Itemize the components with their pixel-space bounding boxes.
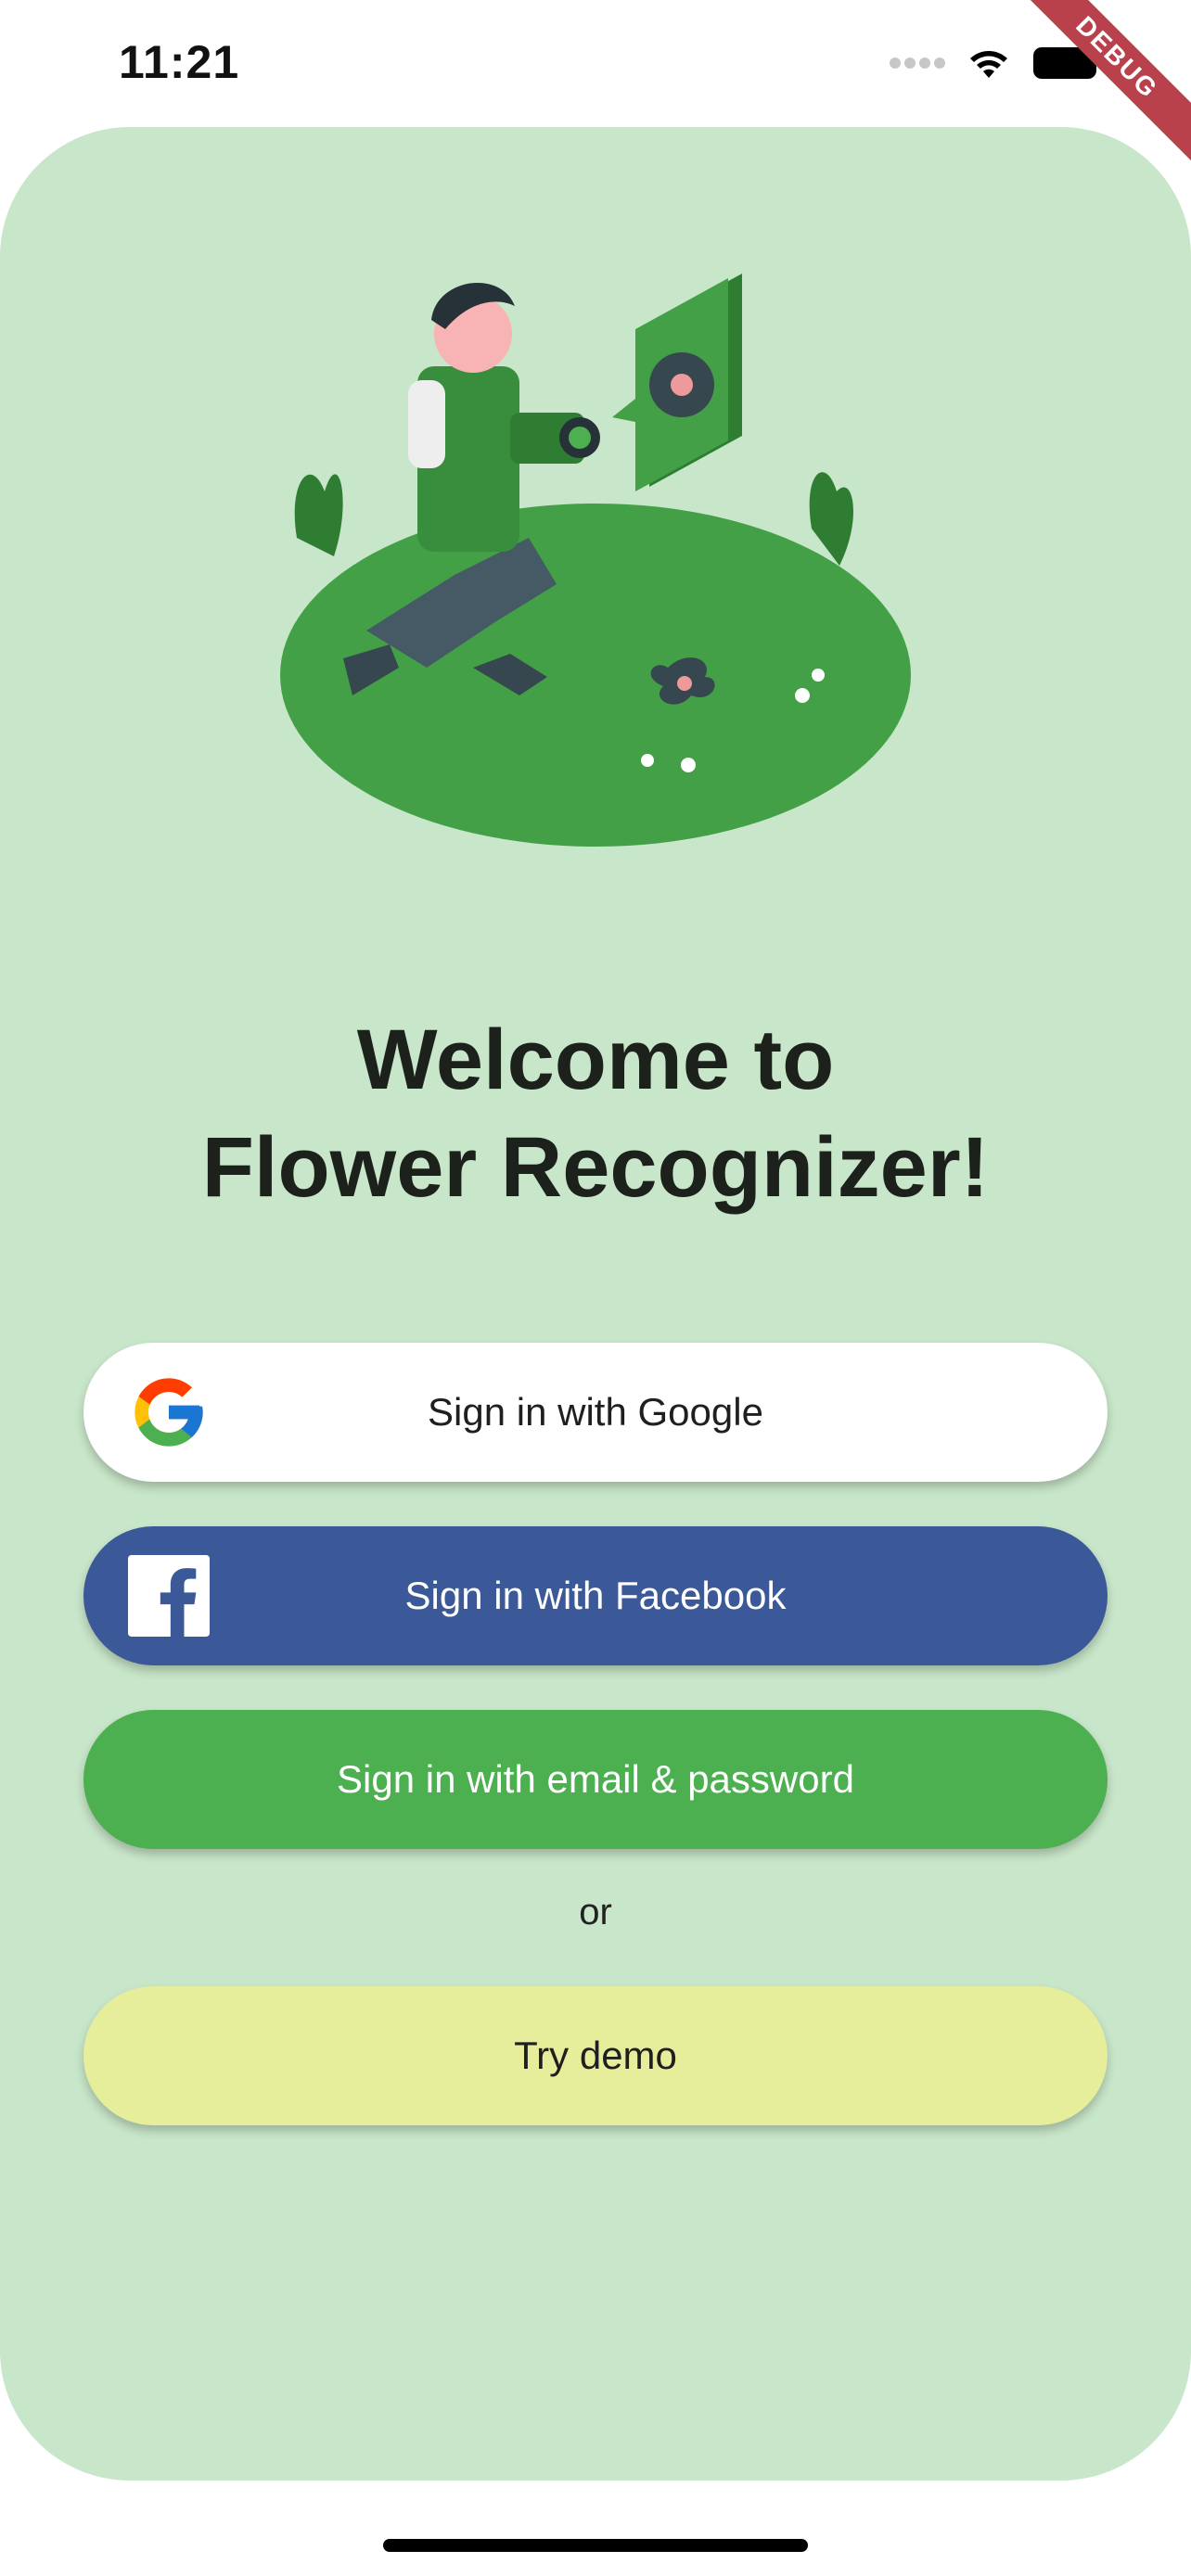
sign-in-email-label: Sign in with email & password xyxy=(337,1757,854,1801)
try-demo-button[interactable]: Try demo xyxy=(83,1986,1108,2125)
sign-in-email-button[interactable]: Sign in with email & password xyxy=(83,1710,1108,1849)
status-bar: 11:21 DEBUG xyxy=(0,0,1191,171)
google-logo-icon xyxy=(134,1378,203,1447)
home-indicator[interactable] xyxy=(383,2539,808,2552)
welcome-line-1: Welcome to xyxy=(356,1013,835,1107)
wifi-icon xyxy=(970,51,1007,78)
photographer-illustration xyxy=(280,274,911,847)
signal-dots-icon xyxy=(890,57,945,69)
status-icons xyxy=(890,45,1103,82)
sign-in-facebook-label: Sign in with Facebook xyxy=(404,1574,787,1617)
try-demo-label: Try demo xyxy=(514,2034,677,2077)
welcome-title: Welcome to Flower Recognizer! xyxy=(0,1006,1191,1221)
sign-in-google-button[interactable]: Sign in with Google xyxy=(83,1343,1108,1482)
status-time: 11:21 xyxy=(119,36,240,88)
sign-in-facebook-button[interactable]: Sign in with Facebook xyxy=(83,1526,1108,1665)
welcome-line-2: Flower Recognizer! xyxy=(201,1120,990,1215)
or-divider-text: or xyxy=(579,1892,612,1932)
facebook-logo-icon xyxy=(128,1555,210,1637)
sign-in-google-label: Sign in with Google xyxy=(428,1390,763,1434)
